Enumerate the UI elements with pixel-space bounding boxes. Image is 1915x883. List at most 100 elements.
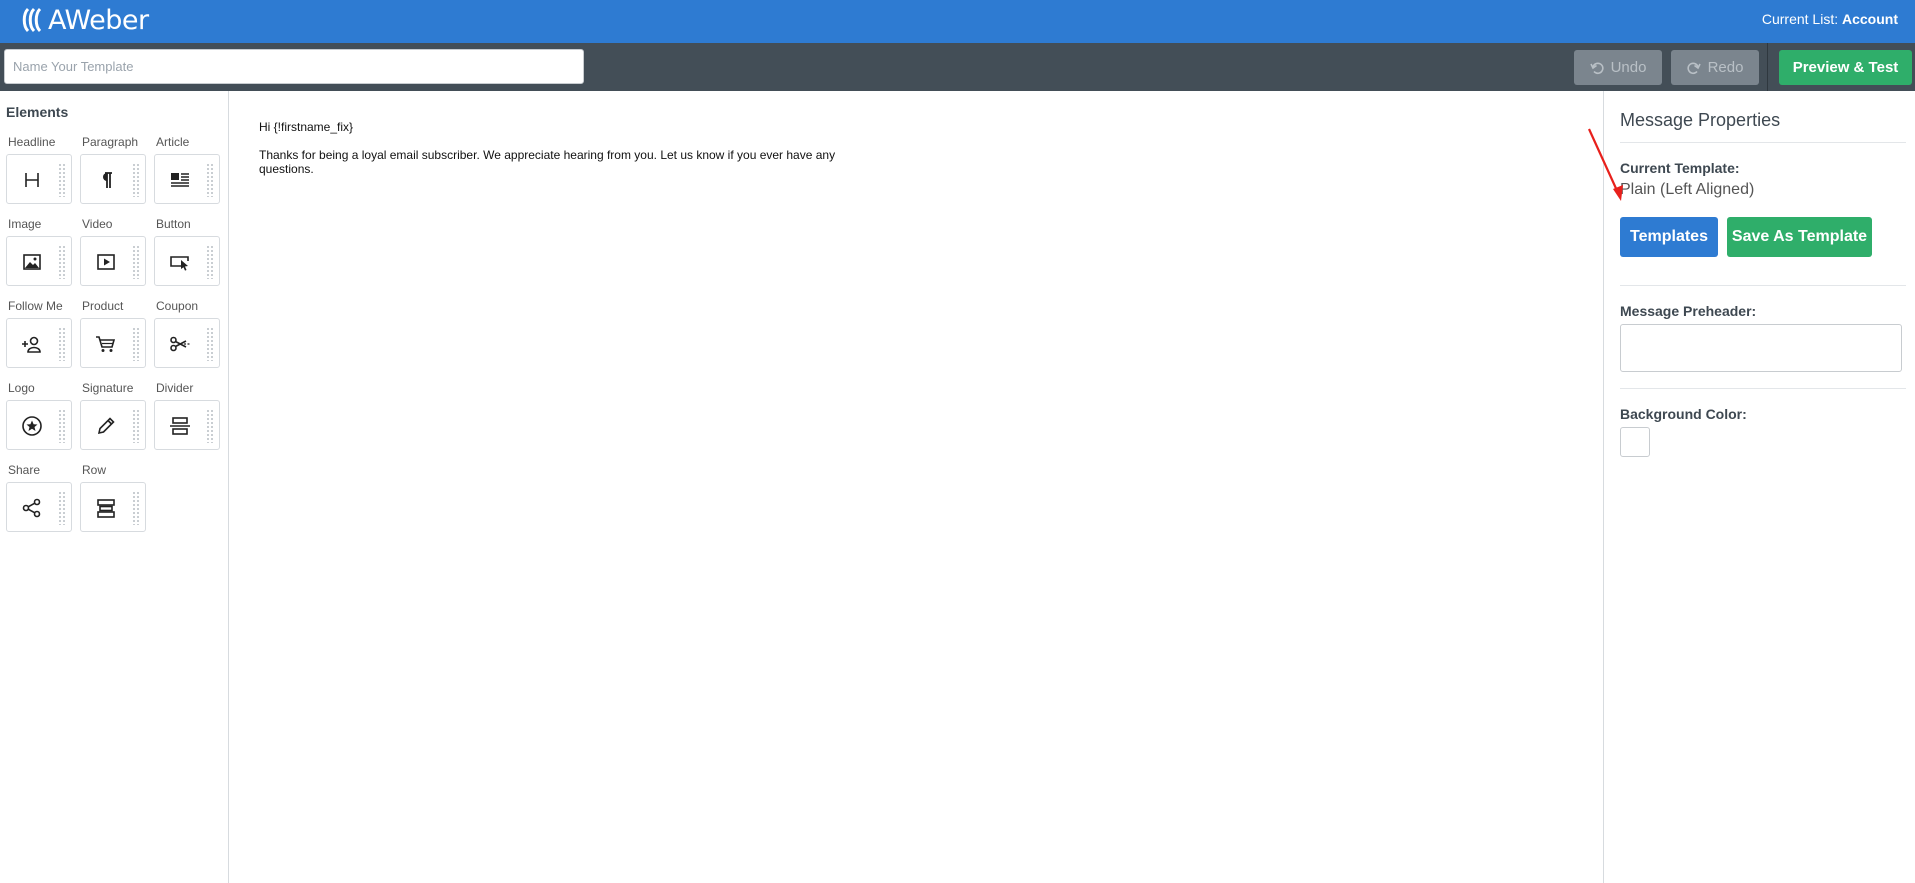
- element-label: Article: [156, 135, 190, 149]
- element-tile[interactable]: [6, 236, 72, 286]
- pen-icon: [93, 413, 119, 439]
- divider: [1620, 285, 1906, 286]
- aweber-logo[interactable]: AWeber: [22, 3, 149, 37]
- element-tile[interactable]: [80, 318, 146, 368]
- background-color-swatch[interactable]: [1620, 427, 1650, 457]
- element-tile[interactable]: [154, 236, 220, 286]
- scissors-icon: [167, 331, 193, 357]
- element-product[interactable]: Product: [80, 298, 146, 368]
- drag-handle-icon[interactable]: [132, 327, 139, 361]
- video-icon: [93, 249, 119, 275]
- element-label: Share: [8, 463, 41, 477]
- cart-icon: [93, 331, 119, 357]
- element-label: Paragraph: [82, 135, 139, 149]
- properties-title: Message Properties: [1620, 110, 1781, 130]
- drag-handle-icon[interactable]: [206, 163, 213, 197]
- element-label: Image: [8, 217, 42, 231]
- drag-handle-icon[interactable]: [132, 409, 139, 443]
- element-tile[interactable]: [6, 482, 72, 532]
- element-tile[interactable]: [6, 318, 72, 368]
- undo-label: Undo: [1610, 59, 1647, 76]
- editor-toolbar: Undo Redo Preview & Test: [0, 43, 1915, 91]
- templates-button[interactable]: Templates: [1620, 217, 1718, 257]
- preheader-label: Message Preheader:: [1620, 303, 1757, 319]
- element-video[interactable]: Video: [80, 216, 146, 286]
- email-canvas[interactable]: Hi {!firstname_fix} Thanks for being a l…: [230, 91, 1603, 883]
- element-coupon[interactable]: Coupon: [154, 298, 220, 368]
- drag-handle-icon[interactable]: [206, 245, 213, 279]
- element-label: Logo: [8, 381, 35, 395]
- drag-handle-icon[interactable]: [58, 163, 65, 197]
- message-properties-panel: Message Properties Current Template: Pla…: [1603, 91, 1915, 883]
- drag-handle-icon[interactable]: [132, 245, 139, 279]
- preview-test-button[interactable]: Preview & Test: [1779, 50, 1912, 85]
- element-article[interactable]: Article: [154, 134, 220, 204]
- element-paragraph[interactable]: Paragraph: [80, 134, 146, 204]
- element-label: Video: [82, 217, 113, 231]
- drag-handle-icon[interactable]: [206, 409, 213, 443]
- element-tile[interactable]: [6, 400, 72, 450]
- element-label: Headline: [8, 135, 56, 149]
- undo-icon: [1589, 62, 1604, 74]
- follow-me-icon: [19, 331, 45, 357]
- aweber-logo-icon: [22, 7, 42, 33]
- save-as-template-button[interactable]: Save As Template: [1727, 217, 1872, 257]
- button-icon: [167, 249, 193, 275]
- drag-handle-icon[interactable]: [58, 245, 65, 279]
- element-signature[interactable]: Signature: [80, 380, 146, 450]
- drag-handle-icon[interactable]: [206, 327, 213, 361]
- element-tile[interactable]: [154, 400, 220, 450]
- image-icon: [19, 249, 45, 275]
- elements-sidebar: Elements Headline Paragraph Article Imag…: [0, 91, 229, 883]
- redo-label: Redo: [1707, 59, 1744, 76]
- email-greeting[interactable]: Hi {!firstname_fix}: [259, 120, 879, 134]
- element-tile[interactable]: [80, 482, 146, 532]
- preheader-input[interactable]: [1620, 324, 1902, 372]
- email-body[interactable]: Thanks for being a loyal email subscribe…: [259, 148, 879, 176]
- email-content[interactable]: Hi {!firstname_fix} Thanks for being a l…: [259, 120, 879, 190]
- drag-handle-icon[interactable]: [58, 327, 65, 361]
- element-tile[interactable]: [154, 318, 220, 368]
- element-tile[interactable]: [80, 236, 146, 286]
- element-row[interactable]: Row: [80, 462, 146, 532]
- template-name-input[interactable]: [4, 49, 584, 84]
- element-follow-me[interactable]: Follow Me: [6, 298, 72, 368]
- element-label: Product: [82, 299, 124, 313]
- element-label: Signature: [82, 381, 134, 395]
- article-icon: [167, 167, 193, 193]
- share-icon: [19, 495, 45, 521]
- current-list: Current List: Account: [1762, 11, 1898, 27]
- element-tile[interactable]: [154, 154, 220, 204]
- element-tile[interactable]: [80, 154, 146, 204]
- row-icon: [93, 495, 119, 521]
- redo-icon: [1686, 62, 1701, 74]
- current-list-value[interactable]: Account: [1842, 11, 1898, 27]
- redo-button[interactable]: Redo: [1671, 50, 1759, 85]
- drag-handle-icon[interactable]: [58, 409, 65, 443]
- drag-handle-icon[interactable]: [58, 491, 65, 525]
- element-share[interactable]: Share: [6, 462, 72, 532]
- element-image[interactable]: Image: [6, 216, 72, 286]
- annotation-arrow-icon: [1587, 128, 1623, 201]
- background-color-label: Background Color:: [1620, 406, 1747, 422]
- star-circle-icon: [19, 413, 45, 439]
- logo-text: AWeber: [48, 4, 149, 36]
- element-label: Divider: [156, 381, 194, 395]
- drag-handle-icon[interactable]: [132, 163, 139, 197]
- undo-button[interactable]: Undo: [1574, 50, 1662, 85]
- element-divider[interactable]: Divider: [154, 380, 220, 450]
- element-logo[interactable]: Logo: [6, 380, 72, 450]
- element-headline[interactable]: Headline: [6, 134, 72, 204]
- divider-icon: [167, 413, 193, 439]
- element-button[interactable]: Button: [154, 216, 220, 286]
- divider: [1620, 142, 1906, 143]
- toolbar-separator: [1767, 43, 1768, 91]
- paragraph-icon: [93, 167, 119, 193]
- element-tile[interactable]: [80, 400, 146, 450]
- element-label: Follow Me: [8, 299, 63, 313]
- drag-handle-icon[interactable]: [132, 491, 139, 525]
- elements-title: Elements: [6, 104, 69, 120]
- current-template-value: Plain (Left Aligned): [1620, 181, 1755, 198]
- headline-icon: [19, 167, 45, 193]
- element-tile[interactable]: [6, 154, 72, 204]
